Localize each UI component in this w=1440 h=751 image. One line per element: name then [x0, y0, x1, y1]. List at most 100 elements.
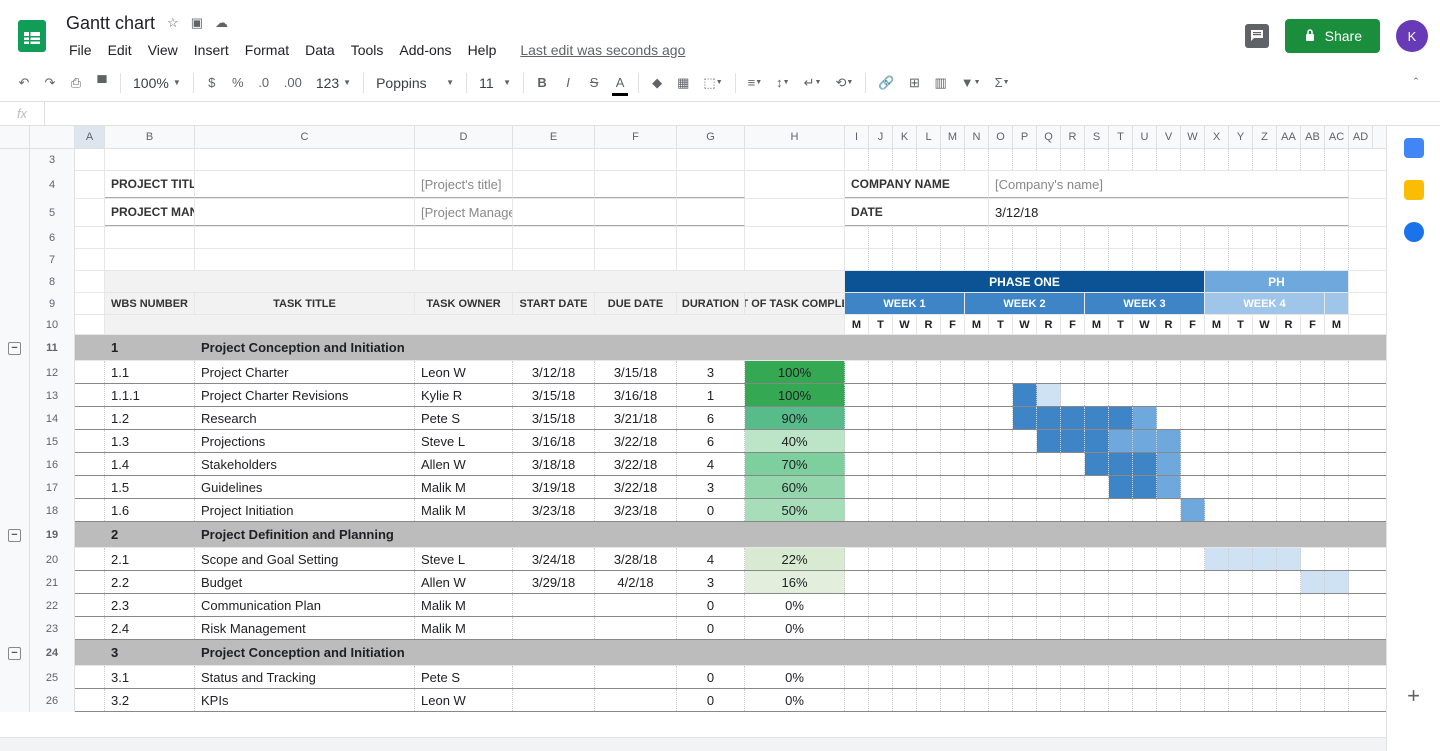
- pct-cell[interactable]: 40%: [745, 430, 845, 452]
- wbs-cell[interactable]: 3.1: [105, 666, 195, 688]
- column-header-T[interactable]: T: [1109, 126, 1133, 148]
- calendar-icon[interactable]: [1404, 138, 1424, 158]
- gantt-cell[interactable]: [1205, 453, 1229, 475]
- gantt-cell[interactable]: [1205, 689, 1229, 711]
- gantt-cell[interactable]: [1109, 689, 1133, 711]
- gantt-cell[interactable]: [989, 548, 1013, 570]
- duration-cell[interactable]: 0: [677, 666, 745, 688]
- gantt-cell[interactable]: [917, 666, 941, 688]
- row-header-23[interactable]: 23: [30, 617, 75, 640]
- gantt-cell[interactable]: [1277, 666, 1301, 688]
- gantt-cell[interactable]: [1133, 476, 1157, 498]
- gantt-cell[interactable]: [1109, 430, 1133, 452]
- bold-icon[interactable]: B: [530, 70, 554, 96]
- gantt-cell[interactable]: [1253, 617, 1277, 639]
- task-title-cell[interactable]: Stakeholders: [195, 453, 415, 475]
- gantt-cell[interactable]: [1229, 571, 1253, 593]
- project-manager-value[interactable]: [Project Manager's name]: [415, 199, 513, 226]
- column-header-AB[interactable]: AB: [1301, 126, 1325, 148]
- gantt-cell[interactable]: [1109, 594, 1133, 616]
- gantt-cell[interactable]: [989, 617, 1013, 639]
- gantt-cell[interactable]: [1085, 571, 1109, 593]
- num-format-select[interactable]: 123▼: [310, 71, 357, 95]
- gantt-cell[interactable]: [1301, 617, 1325, 639]
- gantt-cell[interactable]: [1181, 499, 1205, 521]
- gantt-cell[interactable]: [1325, 499, 1349, 521]
- owner-cell[interactable]: Malik M: [415, 476, 513, 498]
- gantt-cell[interactable]: [1085, 384, 1109, 406]
- col-pct[interactable]: PCT OF TASK COMPLETE: [745, 293, 845, 314]
- gantt-cell[interactable]: [1229, 499, 1253, 521]
- column-header-Y[interactable]: Y: [1229, 126, 1253, 148]
- gantt-cell[interactable]: [1277, 430, 1301, 452]
- gantt-cell[interactable]: [893, 594, 917, 616]
- gantt-cell[interactable]: [989, 361, 1013, 383]
- gantt-cell[interactable]: [1205, 571, 1229, 593]
- gantt-cell[interactable]: [965, 430, 989, 452]
- gantt-cell[interactable]: [1109, 571, 1133, 593]
- gantt-cell[interactable]: [1229, 476, 1253, 498]
- select-all-corner[interactable]: [30, 126, 75, 148]
- rotate-icon[interactable]: ⟲▼: [829, 70, 859, 96]
- gantt-cell[interactable]: [1133, 666, 1157, 688]
- gantt-cell[interactable]: [1157, 430, 1181, 452]
- gantt-cell[interactable]: [845, 407, 869, 429]
- gantt-cell[interactable]: [1277, 407, 1301, 429]
- gantt-cell[interactable]: [1205, 548, 1229, 570]
- gantt-cell[interactable]: [1133, 571, 1157, 593]
- last-edit[interactable]: Last edit was seconds ago: [513, 38, 692, 62]
- gantt-cell[interactable]: [1085, 594, 1109, 616]
- section-title[interactable]: Project Conception and Initiation: [195, 640, 415, 665]
- gantt-cell[interactable]: [845, 548, 869, 570]
- gantt-cell[interactable]: [1133, 594, 1157, 616]
- gantt-cell[interactable]: [1301, 384, 1325, 406]
- column-header-AA[interactable]: AA: [1277, 126, 1301, 148]
- col-wbs[interactable]: WBS NUMBER: [105, 293, 195, 314]
- menu-insert[interactable]: Insert: [187, 38, 236, 62]
- gantt-cell[interactable]: [941, 361, 965, 383]
- gantt-cell[interactable]: [893, 666, 917, 688]
- menu-edit[interactable]: Edit: [101, 38, 139, 62]
- gantt-cell[interactable]: [845, 384, 869, 406]
- gantt-cell[interactable]: [1253, 476, 1277, 498]
- dec-increase-icon[interactable]: .00: [278, 70, 308, 96]
- row-header-16[interactable]: 16: [30, 453, 75, 476]
- gantt-cell[interactable]: [893, 453, 917, 475]
- gantt-cell[interactable]: [1133, 384, 1157, 406]
- wrap-icon[interactable]: ↵▼: [798, 70, 828, 96]
- column-header-Q[interactable]: Q: [1037, 126, 1061, 148]
- wbs-cell[interactable]: 1.1.1: [105, 384, 195, 406]
- gantt-cell[interactable]: [917, 407, 941, 429]
- duration-cell[interactable]: 0: [677, 689, 745, 711]
- pct-cell[interactable]: 16%: [745, 571, 845, 593]
- gantt-cell[interactable]: [989, 430, 1013, 452]
- gantt-cell[interactable]: [1229, 453, 1253, 475]
- gantt-cell[interactable]: [1181, 430, 1205, 452]
- gantt-cell[interactable]: [1325, 407, 1349, 429]
- row-header-22[interactable]: 22: [30, 594, 75, 617]
- task-title-cell[interactable]: Communication Plan: [195, 594, 415, 616]
- owner-cell[interactable]: Allen W: [415, 453, 513, 475]
- day-header[interactable]: M: [1085, 315, 1109, 334]
- day-header[interactable]: T: [869, 315, 893, 334]
- due-cell[interactable]: 3/16/18: [595, 384, 677, 406]
- gantt-cell[interactable]: [845, 453, 869, 475]
- row-header-14[interactable]: 14: [30, 407, 75, 430]
- gantt-cell[interactable]: [1205, 407, 1229, 429]
- gantt-cell[interactable]: [1133, 361, 1157, 383]
- column-header-I[interactable]: I: [845, 126, 869, 148]
- gantt-cell[interactable]: [941, 689, 965, 711]
- gantt-cell[interactable]: [1061, 548, 1085, 570]
- gantt-cell[interactable]: [1037, 617, 1061, 639]
- gantt-cell[interactable]: [1205, 476, 1229, 498]
- row-header-18[interactable]: 18: [30, 499, 75, 522]
- gantt-cell[interactable]: [893, 499, 917, 521]
- section-title[interactable]: Project Conception and Initiation: [195, 335, 415, 360]
- wbs-cell[interactable]: 2.3: [105, 594, 195, 616]
- horizontal-scrollbar[interactable]: [0, 737, 1386, 751]
- company-name-value[interactable]: [Company's name]: [989, 171, 1349, 198]
- formula-input[interactable]: [45, 102, 1440, 125]
- gantt-cell[interactable]: [1037, 666, 1061, 688]
- gantt-cell[interactable]: [1061, 499, 1085, 521]
- row-header-26[interactable]: 26: [30, 689, 75, 712]
